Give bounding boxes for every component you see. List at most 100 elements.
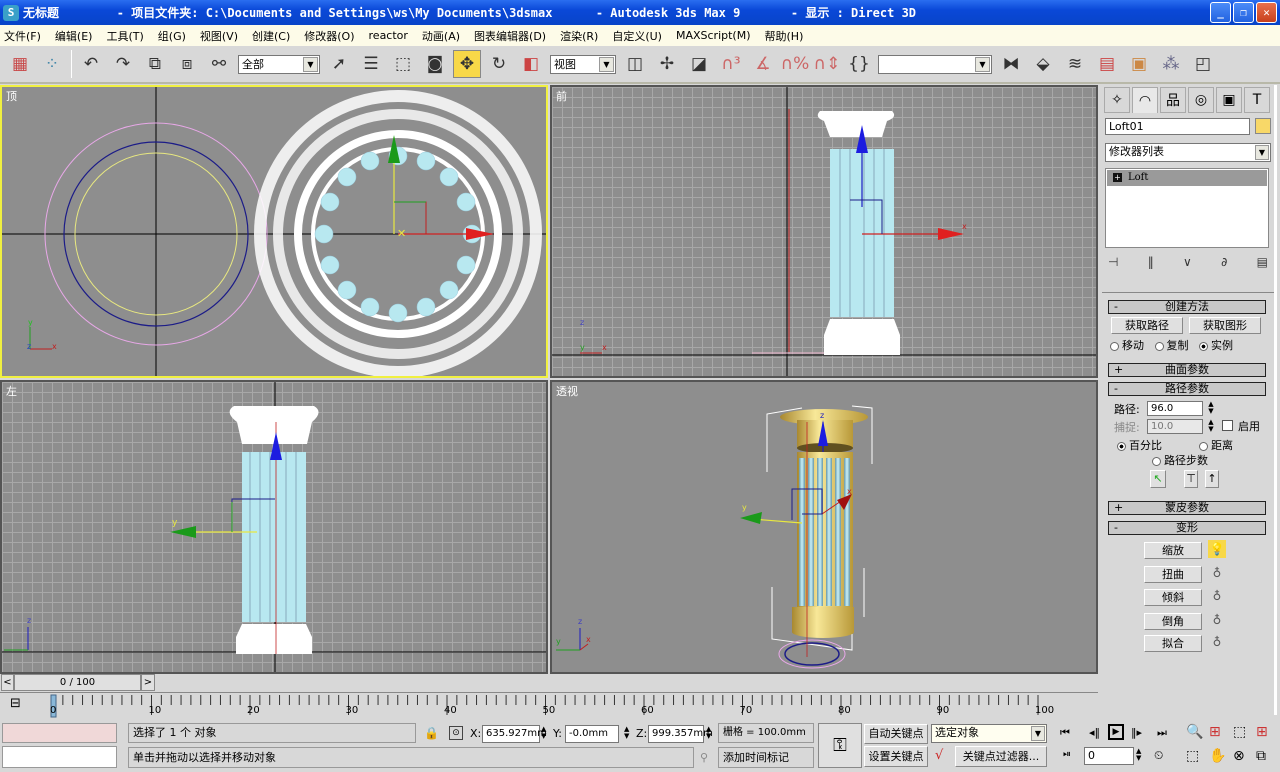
- goto-end-icon[interactable]: ⏭: [1157, 726, 1167, 740]
- maximize-viewport-icon[interactable]: ⧉: [1256, 748, 1266, 764]
- z-spinner[interactable]: ▲ ▼: [706, 726, 711, 740]
- snap-spinner[interactable]: ▲ ▼: [1206, 419, 1216, 434]
- region-zoom-icon[interactable]: ⬚: [1186, 748, 1199, 764]
- time-prev-button[interactable]: <: [1, 674, 14, 691]
- select-rotate-icon[interactable]: ↻: [485, 50, 513, 78]
- configure-sets-icon[interactable]: ▤: [1257, 255, 1268, 273]
- percentage-radio[interactable]: 百分比: [1117, 437, 1162, 453]
- align-icon[interactable]: ⬙: [1029, 50, 1057, 78]
- selection-filter-dropdown[interactable]: 全部 ▼: [238, 54, 320, 74]
- snap-3d-icon[interactable]: ∩³: [717, 50, 745, 78]
- object-color-swatch[interactable]: [1255, 118, 1271, 134]
- snap-input[interactable]: 10.0: [1147, 419, 1203, 434]
- percent-snap-icon[interactable]: ∩%: [781, 50, 810, 78]
- named-selection-dropdown[interactable]: ▼: [878, 54, 992, 74]
- layer-manager-icon[interactable]: ▦: [6, 50, 34, 78]
- render-setup-icon[interactable]: ◰: [1189, 50, 1217, 78]
- viewport-left[interactable]: 左 y z: [0, 380, 548, 674]
- menu-views[interactable]: 视图(V): [200, 28, 238, 44]
- stack-item-loft[interactable]: + Loft: [1107, 170, 1267, 186]
- close-button[interactable]: ✕: [1256, 2, 1277, 23]
- lightbulb-icon[interactable]: ♁: [1208, 611, 1226, 629]
- menu-help[interactable]: 帮助(H): [765, 28, 804, 44]
- keyboard-shortcut-icon[interactable]: ◪: [685, 50, 713, 78]
- y-spinner[interactable]: ▲ ▼: [624, 726, 629, 740]
- maxscript-listener-bottom[interactable]: [2, 746, 117, 768]
- time-slider[interactable]: 0 / 100: [14, 674, 141, 691]
- manipulate-icon[interactable]: ✢: [653, 50, 681, 78]
- prev-frame-icon[interactable]: ◂‖: [1089, 726, 1100, 739]
- get-shape-button[interactable]: 获取图形: [1189, 317, 1261, 334]
- rollout-surface-params[interactable]: + 曲面参数: [1108, 363, 1266, 377]
- link-icon[interactable]: ⧉: [141, 50, 169, 78]
- move-radio[interactable]: 移动: [1110, 339, 1144, 352]
- unlink-icon[interactable]: ⧈: [173, 50, 201, 78]
- x-coordinate-input[interactable]: 635.927mm: [482, 725, 547, 743]
- remove-modifier-icon[interactable]: ∂: [1221, 255, 1227, 273]
- next-frame-icon[interactable]: ‖▸: [1131, 726, 1142, 739]
- modifier-list-dropdown[interactable]: 修改器列表 ▼: [1105, 143, 1271, 162]
- motion-tab-icon[interactable]: ◎: [1188, 87, 1214, 113]
- app-icon[interactable]: S: [3, 4, 19, 21]
- viewport-top[interactable]: 顶 ✕ y x z: [0, 85, 548, 378]
- auto-key-button[interactable]: 自动关键点: [864, 724, 928, 744]
- zoom-all-icon[interactable]: ⊞: [1209, 724, 1221, 740]
- get-path-button[interactable]: 获取路径: [1111, 317, 1183, 334]
- time-next-button[interactable]: >: [141, 674, 155, 691]
- redo-icon[interactable]: ↷: [109, 50, 137, 78]
- x-spinner[interactable]: ▲ ▼: [541, 726, 546, 740]
- viewport-front[interactable]: 前 x z y x: [550, 85, 1098, 378]
- select-by-name-icon[interactable]: ☰: [357, 50, 385, 78]
- schematic-view-icon[interactable]: ▣: [1125, 50, 1153, 78]
- menu-file[interactable]: 文件(F): [4, 28, 41, 44]
- layers-icon[interactable]: ≋: [1061, 50, 1089, 78]
- rollout-skin-params[interactable]: + 蒙皮参数: [1108, 501, 1266, 515]
- pin-stack-icon[interactable]: ⊣: [1108, 255, 1118, 273]
- path-input[interactable]: 96.0: [1147, 401, 1203, 416]
- set-key-mode-button[interactable]: ⚿: [818, 723, 862, 768]
- path-spinner[interactable]: ▲ ▼: [1206, 401, 1216, 416]
- edit-named-selection-icon[interactable]: {}: [845, 50, 873, 78]
- play-icon[interactable]: ▶: [1108, 724, 1124, 740]
- track-bar[interactable]: ⊟ 0 10 20 30 40 50 60 70 80 90 100: [0, 693, 1098, 719]
- mirror-icon[interactable]: ⧓: [997, 50, 1025, 78]
- path-steps-radio[interactable]: 路径步数: [1152, 452, 1208, 468]
- menu-modifiers[interactable]: 修改器(O): [304, 28, 354, 44]
- display-tab-icon[interactable]: ▣: [1216, 87, 1242, 113]
- key-mode-toggle-icon[interactable]: ⏯: [1063, 749, 1071, 760]
- restore-button[interactable]: ❐: [1233, 2, 1254, 23]
- make-unique-icon[interactable]: ∨: [1183, 255, 1192, 273]
- set-key-button[interactable]: 设置关键点: [864, 746, 928, 767]
- menu-create[interactable]: 创建(C): [252, 28, 290, 44]
- time-config-icon[interactable]: ⏲: [1154, 748, 1163, 763]
- menu-group[interactable]: 组(G): [158, 28, 186, 44]
- minimize-button[interactable]: _: [1210, 2, 1231, 23]
- reference-coord-dropdown[interactable]: 视图 ▼: [550, 54, 616, 74]
- angle-snap-icon[interactable]: ∡: [749, 50, 777, 78]
- menu-graph-editors[interactable]: 图表编辑器(D): [474, 28, 546, 44]
- lightbulb-icon[interactable]: 💡: [1208, 540, 1226, 558]
- curve-editor-icon[interactable]: ▤: [1093, 50, 1121, 78]
- lightbulb-icon[interactable]: ♁: [1208, 633, 1226, 651]
- lightbulb-icon[interactable]: ♁: [1208, 587, 1226, 605]
- menu-animation[interactable]: 动画(A): [422, 28, 460, 44]
- select-move-icon[interactable]: ✥: [453, 50, 481, 78]
- zoom-icon[interactable]: 🔍: [1186, 724, 1203, 740]
- particle-icon[interactable]: ⁘: [38, 50, 66, 78]
- next-shape-button[interactable]: ↑: [1205, 470, 1219, 488]
- copy-radio[interactable]: 复制: [1154, 339, 1189, 352]
- undo-icon[interactable]: ↶: [77, 50, 105, 78]
- bind-space-warp-icon[interactable]: ⚯: [205, 50, 233, 78]
- distance-radio[interactable]: 距离: [1199, 437, 1233, 453]
- deform-twist-button[interactable]: 扭曲: [1144, 566, 1202, 583]
- menu-maxscript[interactable]: MAXScript(M): [676, 29, 751, 42]
- menu-edit[interactable]: 编辑(E): [55, 28, 93, 44]
- viewport-perspective[interactable]: 透视 y x z z y x: [550, 380, 1098, 674]
- prev-shape-button[interactable]: ⊤: [1184, 470, 1198, 488]
- menu-rendering[interactable]: 渲染(R): [560, 28, 598, 44]
- frame-spinner[interactable]: ▲ ▼: [1136, 748, 1141, 762]
- lock-selection-icon[interactable]: 🔒: [424, 726, 439, 740]
- maxscript-listener-top[interactable]: [2, 723, 117, 743]
- instance-radio[interactable]: 实例: [1199, 339, 1233, 352]
- hierarchy-tab-icon[interactable]: 品: [1160, 87, 1186, 113]
